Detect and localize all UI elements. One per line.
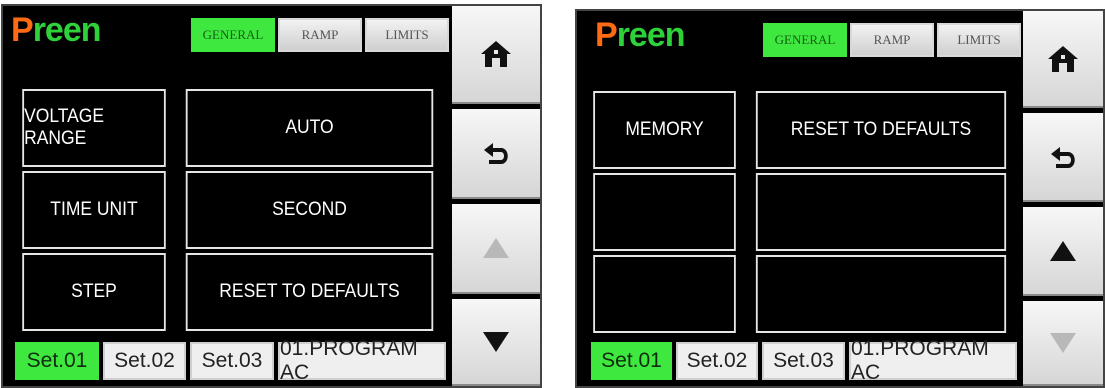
- row-value-empty-2[interactable]: [755, 255, 1007, 333]
- home-button[interactable]: [452, 6, 540, 104]
- row-value-empty-1[interactable]: [755, 173, 1007, 251]
- tab-limits[interactable]: LIMITS: [365, 18, 449, 52]
- row-label-empty-2[interactable]: [593, 255, 736, 333]
- right-panel: Preen GENERAL RAMP LIMITS MEMORY RESET T…: [575, 9, 1105, 388]
- home-icon: [481, 41, 511, 67]
- row-label-memory[interactable]: MEMORY: [593, 91, 736, 169]
- set-02-button[interactable]: Set.02: [103, 342, 186, 380]
- program-display[interactable]: 01.PROGRAM AC: [278, 337, 446, 384]
- tab-general[interactable]: GENERAL: [763, 23, 847, 57]
- set-01-button[interactable]: Set.01: [15, 342, 99, 380]
- row-value-memory[interactable]: RESET TO DEFAULTS: [755, 91, 1007, 169]
- left-panel: Preen GENERAL RAMP LIMITS VOLTAGE RANGE …: [1, 4, 542, 388]
- down-arrow-icon: [1050, 332, 1076, 353]
- back-arrow-icon: [1051, 146, 1075, 168]
- row-value-time-unit[interactable]: SECOND: [185, 171, 434, 249]
- scroll-up-button[interactable]: [1023, 207, 1103, 296]
- home-icon: [1048, 45, 1078, 72]
- tab-ramp[interactable]: RAMP: [278, 18, 362, 52]
- up-arrow-icon: [1050, 240, 1076, 261]
- scroll-down-button[interactable]: [452, 299, 540, 386]
- tab-limits[interactable]: LIMITS: [937, 23, 1021, 57]
- scroll-down-button[interactable]: [1023, 301, 1103, 386]
- row-label-empty-1[interactable]: [593, 173, 736, 251]
- program-display[interactable]: 01.PROGRAM AC: [849, 337, 1017, 384]
- set-03-button[interactable]: Set.03: [190, 342, 274, 380]
- back-button[interactable]: [1023, 113, 1103, 202]
- row-label-time-unit[interactable]: TIME UNIT: [22, 171, 166, 249]
- up-arrow-icon: [483, 238, 509, 258]
- row-value-voltage-range[interactable]: AUTO: [185, 89, 434, 167]
- set-02-button[interactable]: Set.02: [676, 342, 758, 380]
- row-label-voltage-range[interactable]: VOLTAGE RANGE: [22, 89, 166, 167]
- back-button[interactable]: [452, 109, 540, 199]
- scroll-up-button[interactable]: [452, 204, 540, 294]
- row-label-step[interactable]: STEP: [22, 253, 166, 331]
- set-01-button[interactable]: Set.01: [591, 342, 672, 380]
- set-03-button[interactable]: Set.03: [762, 342, 845, 380]
- tab-ramp[interactable]: RAMP: [850, 23, 934, 57]
- down-arrow-icon: [483, 331, 509, 352]
- brand-logo: Preen: [11, 11, 102, 49]
- row-value-step[interactable]: RESET TO DEFAULTS: [185, 253, 434, 331]
- back-arrow-icon: [484, 143, 508, 164]
- brand-logo: Preen: [595, 16, 686, 54]
- home-button[interactable]: [1023, 11, 1103, 108]
- tab-general[interactable]: GENERAL: [191, 18, 275, 52]
